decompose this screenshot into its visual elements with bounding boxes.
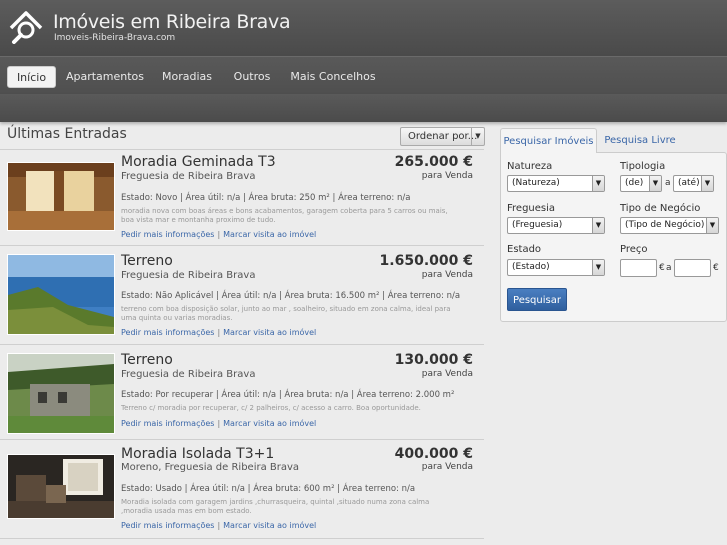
- site-url: Imoveis-Ribeira-Brava.com: [54, 33, 176, 43]
- freguesia-select[interactable]: (Freguesia) ▼: [507, 217, 605, 234]
- negocio-value: (Tipo de Negócio): [625, 220, 705, 230]
- listing-links: Pedir mais informações | Marcar visita ao …: [121, 521, 316, 530]
- schedule-visit-link[interactable]: Marcar visita ao imóvel: [223, 230, 316, 239]
- listing-links: Pedir mais informações | Marcar visita ao …: [121, 328, 316, 337]
- search-panel: Pesquisar Imóveis Pesquisa Livre Naturez…: [500, 128, 727, 322]
- schedule-visit-link[interactable]: Marcar visita ao imóvel: [223, 521, 316, 530]
- natureza-label: Natureza: [507, 161, 553, 172]
- nav-item-inicio[interactable]: Início: [7, 66, 56, 88]
- listing-deal-type: para Venda: [421, 462, 473, 472]
- sort-dropdown[interactable]: Ordenar por... ▼: [400, 127, 485, 146]
- listing-photo[interactable]: [7, 162, 115, 231]
- listing-price: 265.000 €: [394, 154, 473, 170]
- house-search-icon[interactable]: [9, 10, 43, 44]
- preco-label: Preço: [620, 244, 648, 255]
- listing-specs: Estado: Não Aplicável | Área útil: n/a |…: [121, 291, 461, 301]
- natureza-select[interactable]: (Natureza) ▼: [507, 175, 605, 192]
- range-separator: a: [666, 263, 672, 273]
- chevron-down-icon: ▼: [649, 176, 661, 191]
- listing-price: 1.650.000 €: [379, 253, 473, 269]
- currency-symbol: €: [659, 263, 665, 273]
- schedule-visit-link[interactable]: Marcar visita ao imóvel: [223, 419, 316, 428]
- listing-title[interactable]: Terreno: [121, 253, 173, 269]
- link-separator: |: [217, 328, 221, 337]
- request-info-link[interactable]: Pedir mais informações: [121, 521, 214, 530]
- listing-price: 130.000 €: [394, 352, 473, 368]
- negocio-label: Tipo de Negócio: [620, 203, 701, 214]
- freguesia-value: (Freguesia): [512, 220, 563, 230]
- freguesia-label: Freguesia: [507, 203, 556, 214]
- listing-title[interactable]: Moradia Geminada T3: [121, 154, 276, 170]
- price-min-input[interactable]: [620, 259, 657, 277]
- nav-item-outros[interactable]: Outros: [228, 66, 276, 88]
- listing-location: Freguesia de Ribeira Brava: [121, 270, 256, 281]
- link-separator: |: [217, 521, 221, 530]
- listing-title[interactable]: Terreno: [121, 352, 173, 368]
- estado-value: (Estado): [512, 262, 550, 272]
- chevron-down-icon: ▼: [592, 218, 604, 233]
- listing-location: Freguesia de Ribeira Brava: [121, 171, 256, 182]
- tab-pesquisar-imoveis[interactable]: Pesquisar Imóveis: [500, 128, 597, 153]
- list-item: Moradia Isolada T3+1 Moreno, Freguesia d…: [0, 439, 484, 539]
- list-item: Terreno Freguesia de Ribeira Brava 130.0…: [0, 344, 484, 439]
- search-form: Natureza (Natureza) ▼ Tipologia (de) ▼ a…: [500, 152, 727, 322]
- tipologia-to-value: (até): [678, 178, 700, 188]
- tipologia-label: Tipologia: [620, 161, 666, 172]
- page-title: Últimas Entradas: [7, 126, 127, 142]
- listing-description: moradia nova com boas áreas e bons acaba…: [121, 207, 448, 224]
- nav-item-apartamentos[interactable]: Apartamentos: [62, 66, 148, 88]
- nav-item-mais-concelhos[interactable]: Mais Concelhos: [286, 66, 380, 88]
- chevron-down-icon: ▼: [592, 260, 604, 275]
- sort-label: Ordenar por...: [408, 131, 478, 142]
- listing-photo[interactable]: [7, 254, 115, 335]
- listing-links: Pedir mais informações | Marcar visita ao …: [121, 419, 316, 428]
- chevron-down-icon: ▼: [706, 218, 718, 233]
- list-item: Moradia Geminada T3 Freguesia de Ribeira…: [0, 149, 484, 245]
- link-separator: |: [217, 419, 221, 428]
- estado-select[interactable]: (Estado) ▼: [507, 259, 605, 276]
- request-info-link[interactable]: Pedir mais informações: [121, 419, 214, 428]
- price-max-input[interactable]: [674, 259, 711, 277]
- listing-description: Terreno c/ moradia por recuperar, c/ 2 p…: [121, 404, 421, 412]
- listing-title[interactable]: Moradia Isolada T3+1: [121, 446, 274, 462]
- request-info-link[interactable]: Pedir mais informações: [121, 230, 214, 239]
- listing-description: terreno com boa disposição solar, junto …: [121, 305, 451, 322]
- link-separator: |: [217, 230, 221, 239]
- listing-location: Freguesia de Ribeira Brava: [121, 369, 256, 380]
- negocio-select[interactable]: (Tipo de Negócio) ▼: [620, 217, 719, 234]
- listing-deal-type: para Venda: [421, 171, 473, 181]
- listing-photo[interactable]: [7, 454, 115, 519]
- site-title[interactable]: Imóveis em Ribeira Brava: [53, 11, 291, 33]
- tab-pesquisa-livre[interactable]: Pesquisa Livre: [601, 128, 679, 153]
- sub-bar: [0, 94, 727, 122]
- schedule-visit-link[interactable]: Marcar visita ao imóvel: [223, 328, 316, 337]
- site-header: Imóveis em Ribeira Brava Imoveis-Ribeira…: [0, 0, 727, 56]
- listing-deal-type: para Venda: [421, 369, 473, 379]
- tipologia-to-select[interactable]: (até) ▼: [673, 175, 714, 192]
- listing-specs: Estado: Novo | Área útil: n/a | Área bru…: [121, 193, 411, 203]
- listing-specs: Estado: Usado | Área útil: n/a | Área br…: [121, 484, 416, 494]
- listing-location: Moreno, Freguesia de Ribeira Brava: [121, 462, 300, 473]
- listing-photo[interactable]: [7, 353, 115, 434]
- chevron-down-icon: ▼: [592, 176, 604, 191]
- natureza-value: (Natureza): [512, 178, 560, 188]
- search-button[interactable]: Pesquisar: [507, 288, 567, 311]
- listing-description: Moradia isolada com garagem jardins ,chu…: [121, 498, 430, 515]
- listing-links: Pedir mais informações | Marcar visita ao …: [121, 230, 316, 239]
- listing-price: 400.000 €: [394, 446, 473, 462]
- tipologia-from-select[interactable]: (de) ▼: [620, 175, 662, 192]
- list-item: Terreno Freguesia de Ribeira Brava 1.650…: [0, 245, 484, 344]
- estado-label: Estado: [507, 244, 542, 255]
- main-nav: Início Apartamentos Moradias Outros Mais…: [0, 56, 727, 94]
- request-info-link[interactable]: Pedir mais informações: [121, 328, 214, 337]
- caret-down-icon: ▼: [471, 128, 484, 145]
- listing-deal-type: para Venda: [421, 270, 473, 280]
- range-separator: a: [665, 178, 671, 188]
- nav-item-moradias[interactable]: Moradias: [156, 66, 218, 88]
- chevron-down-icon: ▼: [701, 176, 713, 191]
- currency-symbol: €: [713, 263, 719, 273]
- tipologia-from-value: (de): [625, 178, 644, 188]
- listing-specs: Estado: Por recuperar | Área útil: n/a |…: [121, 390, 455, 400]
